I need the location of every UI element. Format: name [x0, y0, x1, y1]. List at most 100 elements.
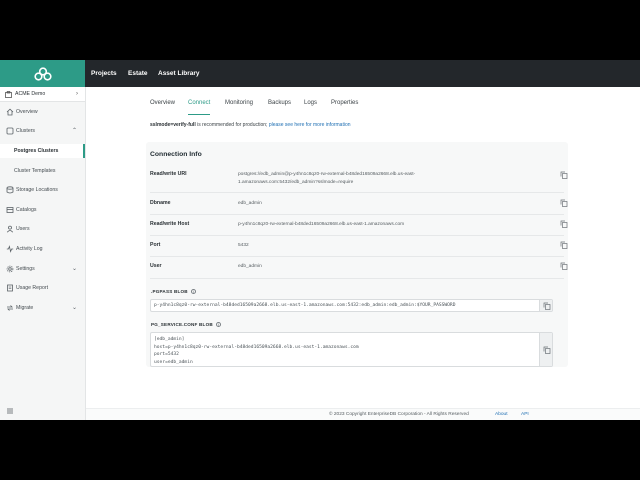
tab-properties[interactable]: Properties: [331, 97, 358, 115]
tab-logs[interactable]: Logs: [304, 97, 317, 115]
cluster-icon: [6, 127, 14, 135]
sidebar-item-label: Storage Locations: [16, 187, 58, 193]
copy-icon[interactable]: [560, 241, 568, 249]
row-value-rw-host: p-y4hn1c8qz0-rw-external-b48ded16509a266…: [238, 222, 405, 227]
pgpass-blob-title-text: .PGPASS BLOB: [151, 289, 188, 294]
chevron-down-icon: ⌄: [71, 266, 77, 272]
info-icon[interactable]: i: [215, 322, 221, 328]
row-value-user: edb_admin: [238, 264, 262, 269]
connection-info-card: Connection Info Read/write URI postgres:…: [146, 142, 568, 367]
row-label-user: User: [150, 263, 162, 269]
sidebar: ACME Demo › Overview Clusters ⌃ Postgres…: [0, 87, 86, 420]
copy-icon[interactable]: [560, 220, 568, 228]
footer-about-link[interactable]: About: [495, 409, 508, 420]
pgservice-blob-value: [edb_admin] host=p-y4hn1c8qz0-rw-externa…: [154, 336, 359, 366]
nav-estate[interactable]: Estate: [128, 60, 148, 87]
copy-icon[interactable]: [560, 262, 568, 270]
sidebar-item-settings[interactable]: Settings ⌄: [0, 262, 85, 276]
sidebar-item-users[interactable]: Users: [0, 222, 85, 236]
notice-link[interactable]: please see here for more information: [269, 122, 351, 128]
row-divider: [150, 192, 564, 193]
row-value-dbname: edb_admin: [238, 201, 262, 206]
row-divider: [150, 235, 564, 236]
sidebar-item-activity-log[interactable]: Activity Log: [0, 242, 85, 256]
copy-pgservice-button[interactable]: [539, 333, 552, 366]
top-navbar: Projects Estate Asset Library: [0, 60, 640, 87]
chevron-right-icon: ›: [76, 91, 78, 97]
row-divider: [150, 256, 564, 257]
org-switcher[interactable]: ACME Demo ›: [0, 87, 85, 102]
pgpass-blob-field[interactable]: p-y4hn1c8qz0-rw-external-b48ded16509a266…: [150, 299, 553, 312]
info-icon[interactable]: i: [190, 289, 196, 295]
copy-pgpass-button[interactable]: [539, 300, 552, 311]
sidebar-item-label: Migrate: [16, 305, 34, 311]
sidebar-item-storage-locations[interactable]: Storage Locations: [0, 183, 85, 197]
sidebar-item-migrate[interactable]: Migrate ⌄: [0, 301, 85, 315]
app-window: Projects Estate Asset Library ACME Demo …: [0, 60, 640, 420]
pgservice-blob-field[interactable]: [edb_admin] host=p-y4hn1c8qz0-rw-externa…: [150, 332, 553, 367]
row-value-rw-uri: postgres://edb_admin@p-y4hn1c8qz0-rw-ext…: [238, 172, 416, 185]
sslmode-notice: sslmode=verify-full is recommended for p…: [150, 122, 351, 128]
tab-connect[interactable]: Connect: [188, 97, 211, 115]
pgservice-line: [edb_admin]: [154, 337, 185, 342]
catalog-icon: [6, 207, 14, 213]
sidebar-item-label: Cluster Templates: [14, 168, 56, 174]
activity-icon: [6, 245, 14, 253]
copy-icon: [543, 302, 550, 310]
footer-api-link[interactable]: API: [521, 409, 529, 420]
row-value-port: 5432: [238, 243, 249, 248]
sidebar-item-label: Users: [16, 226, 30, 232]
user-icon: [6, 225, 14, 233]
sidebar-item-label: Postgres Clusters: [14, 148, 59, 154]
footer: © 2023 Copyright EnterpriseDB Corporatio…: [86, 408, 640, 420]
nav-asset-library[interactable]: Asset Library: [158, 60, 200, 87]
main-content: Overview Connect Monitoring Backups Logs…: [86, 87, 640, 420]
org-name: ACME Demo: [15, 91, 46, 97]
sidebar-item-label: Clusters: [16, 128, 36, 134]
pgservice-blob-title: PG_SERVICE.CONF BLOB i: [151, 322, 221, 328]
row-divider: [150, 278, 564, 279]
row-label-port: Port: [150, 242, 161, 248]
sidebar-item-label: Activity Log: [16, 246, 43, 252]
pgpass-blob-value: p-y4hn1c8qz0-rw-external-b48ded16509a266…: [154, 303, 456, 308]
sidebar-item-postgres-clusters[interactable]: Postgres Clusters: [0, 144, 85, 158]
collapse-sidebar-icon[interactable]: [6, 407, 14, 415]
tab-backups[interactable]: Backups: [268, 97, 291, 115]
cloud-logo-icon: [33, 66, 52, 81]
tab-overview[interactable]: Overview: [150, 97, 175, 115]
footer-copyright: © 2023 Copyright EnterpriseDB Corporatio…: [329, 412, 469, 417]
pgservice-line: host=p-y4hn1c8qz0-rw-external-b48ded1650…: [154, 344, 359, 350]
sidebar-item-clusters[interactable]: Clusters ⌃: [0, 124, 85, 138]
pgservice-line: user=edb_admin: [154, 359, 193, 365]
sidebar-item-label: Usage Report: [16, 285, 49, 291]
sidebar-item-overview[interactable]: Overview: [0, 105, 85, 119]
sidebar-item-label: Settings: [16, 266, 35, 272]
copy-icon: [543, 346, 550, 354]
copy-icon[interactable]: [560, 199, 568, 207]
sidebar-item-label: Catalogs: [16, 207, 37, 213]
connection-info-title: Connection Info: [150, 151, 202, 158]
sidebar-item-cluster-templates[interactable]: Cluster Templates: [0, 164, 85, 178]
notice-bold: sslmode=verify-full: [150, 122, 196, 128]
notice-text: is recommended for production;: [195, 122, 269, 128]
pgservice-line: port=5432: [154, 352, 179, 358]
tab-monitoring[interactable]: Monitoring: [225, 97, 253, 115]
report-icon: [7, 284, 13, 292]
copy-icon[interactable]: [560, 171, 568, 179]
migrate-icon: [7, 305, 13, 311]
row-label-rw-uri: Read/write URI: [150, 171, 187, 177]
sidebar-item-catalogs[interactable]: Catalogs: [0, 203, 85, 217]
row-label-rw-host: Read/write Host: [150, 221, 190, 227]
pgpass-blob-title: .PGPASS BLOB i: [151, 289, 196, 295]
chevron-down-icon: ⌄: [71, 305, 77, 311]
nav-projects[interactable]: Projects: [91, 60, 117, 87]
sidebar-item-usage-report[interactable]: Usage Report: [0, 281, 85, 295]
sidebar-item-label: Overview: [16, 109, 38, 115]
pgservice-blob-title-text: PG_SERVICE.CONF BLOB: [151, 322, 213, 327]
gear-icon: [6, 265, 14, 273]
org-icon: [5, 91, 12, 98]
brand-logo[interactable]: [0, 60, 85, 87]
storage-icon: [6, 186, 14, 194]
row-divider: [150, 214, 564, 215]
home-icon: [6, 108, 14, 116]
